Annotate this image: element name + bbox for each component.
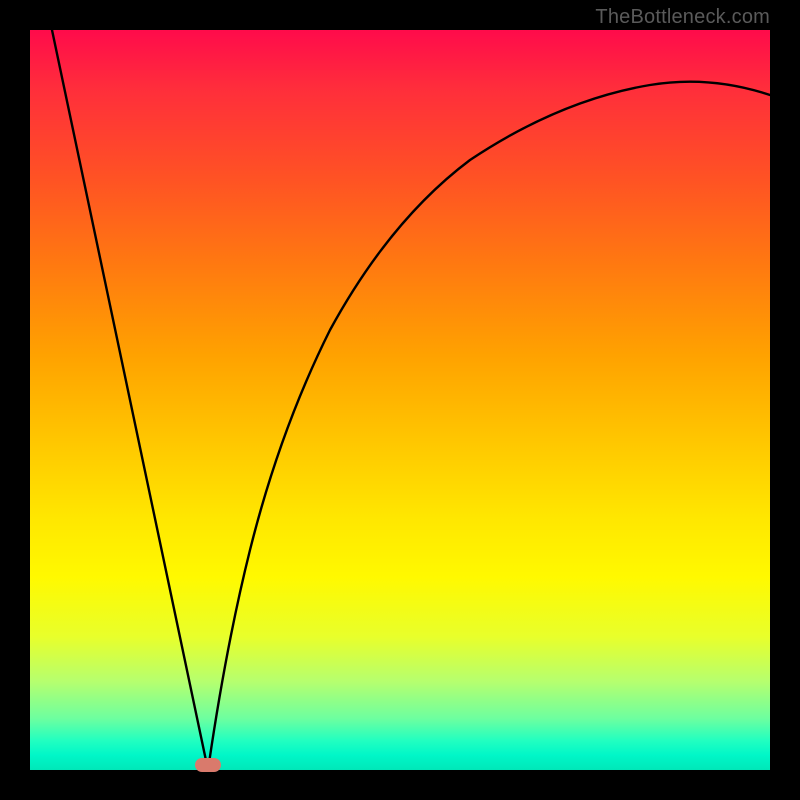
plot-area [30,30,770,770]
curve-left [52,30,208,770]
attribution-label: TheBottleneck.com [595,6,770,29]
bottleneck-curve [30,30,770,770]
curve-right [208,82,770,770]
chart-frame: TheBottleneck.com [0,0,800,800]
optimum-marker [195,758,221,772]
